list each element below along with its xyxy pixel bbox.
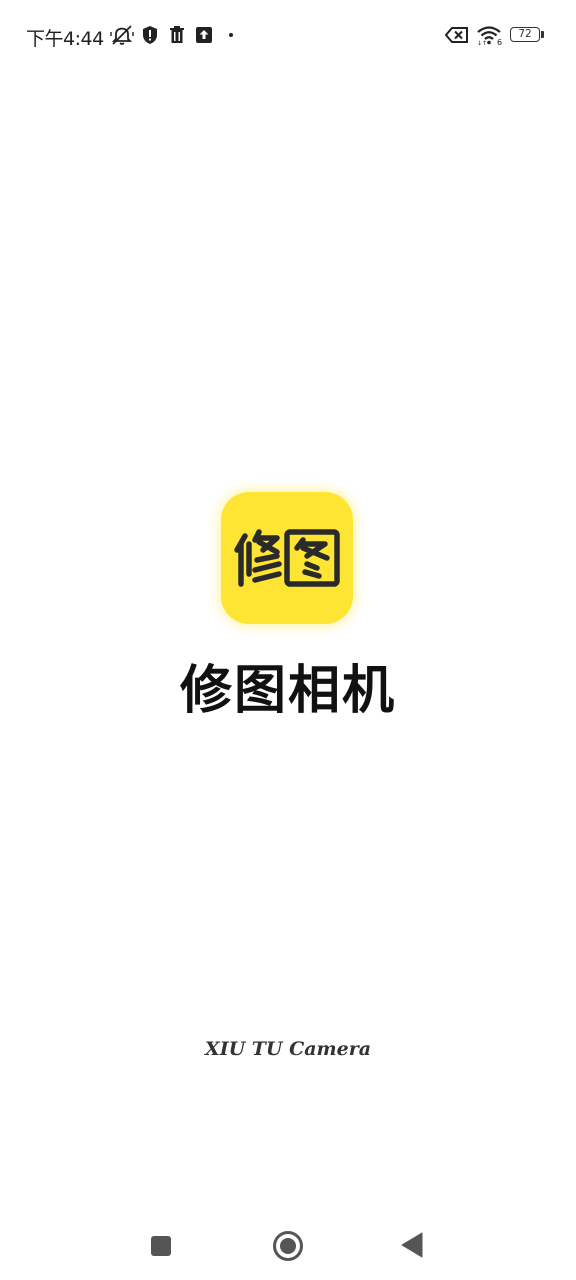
status-bar: 下午4:44 6 ↓↑ 72 bbox=[0, 0, 576, 72]
upload-icon bbox=[195, 24, 213, 46]
svg-text:↓↑: ↓↑ bbox=[477, 40, 487, 46]
home-circle-icon bbox=[273, 1231, 303, 1261]
square-icon bbox=[151, 1236, 171, 1256]
app-logo-glyph-icon bbox=[234, 529, 340, 587]
app-subtitle: XIU TU Camera bbox=[204, 1038, 372, 1060]
status-time: 下午4:44 bbox=[26, 28, 104, 50]
shield-icon bbox=[142, 24, 158, 46]
sim-no-signal-icon bbox=[445, 24, 469, 46]
splash-screen: 下午4:44 6 ↓↑ 72 修图相机 XIU TU Camera bbox=[0, 0, 576, 1280]
battery-tip bbox=[541, 31, 544, 38]
navigation-bar bbox=[0, 1210, 576, 1280]
svg-text:6: 6 bbox=[497, 38, 502, 46]
recent-apps-button[interactable] bbox=[150, 1235, 172, 1261]
wifi-icon: 6 ↓↑ bbox=[476, 24, 504, 46]
home-button[interactable] bbox=[272, 1230, 304, 1266]
trash-icon bbox=[169, 24, 185, 46]
back-triangle-icon bbox=[401, 1232, 423, 1258]
dot-icon bbox=[227, 24, 235, 46]
app-name-title: 修图相机 bbox=[179, 661, 396, 721]
battery-icon: 72 bbox=[510, 27, 540, 42]
back-button[interactable] bbox=[400, 1232, 424, 1262]
app-logo bbox=[221, 492, 353, 624]
mute-icon bbox=[110, 24, 134, 46]
